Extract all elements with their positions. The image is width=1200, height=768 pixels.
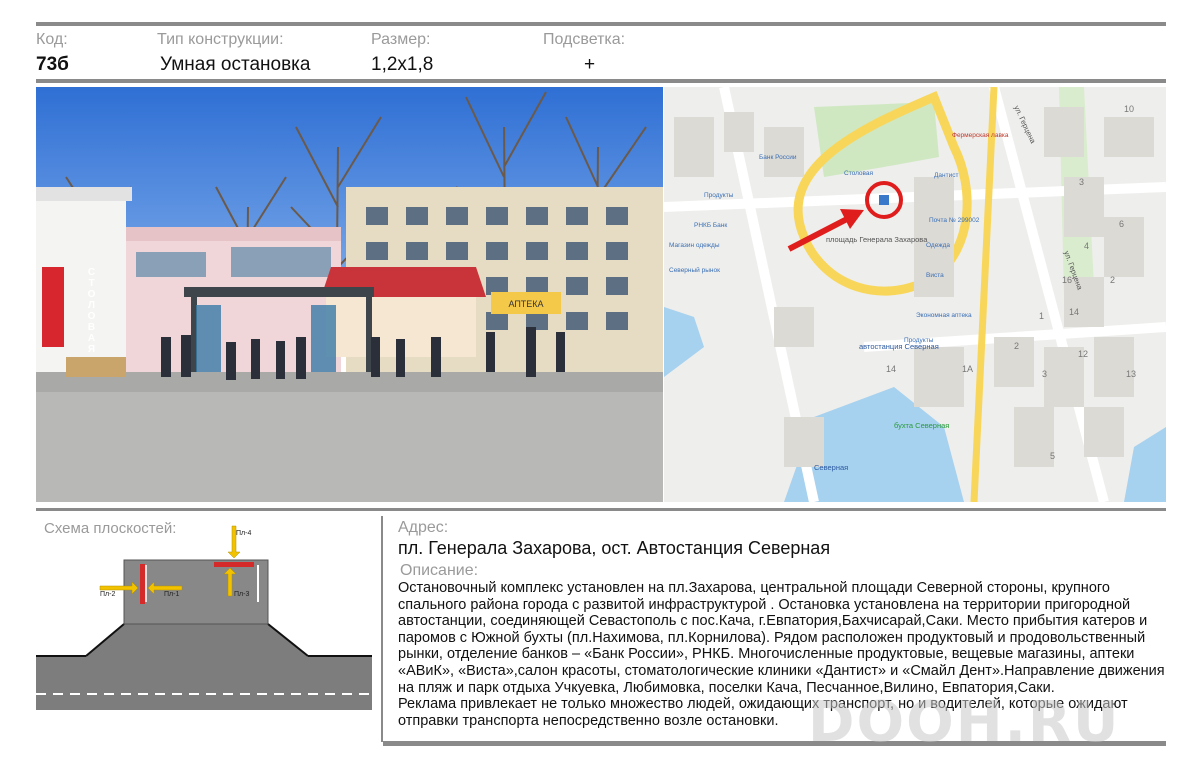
header-bottom-rule bbox=[36, 79, 1166, 83]
section-divider bbox=[381, 516, 383, 742]
house-number: 10 bbox=[1124, 104, 1134, 114]
house-number: 14 bbox=[886, 364, 896, 374]
bus-stop-icon bbox=[879, 195, 889, 205]
plane-1-label: Пл-1 bbox=[164, 591, 179, 598]
scheme-drawing: Пл-1 Пл-2 Пл-3 Пл-4 bbox=[36, 525, 372, 710]
house-number: 13 bbox=[1126, 369, 1136, 379]
map-square-label: площадь Генерала Захарова bbox=[826, 235, 928, 244]
poi-bank: Банк России bbox=[759, 154, 797, 161]
code-label: Код: bbox=[36, 31, 68, 48]
house-number: 14 bbox=[1069, 307, 1079, 317]
light-value: + bbox=[584, 54, 596, 75]
plane-4-label: Пл-4 bbox=[236, 530, 251, 537]
address-label: Адрес: bbox=[398, 519, 449, 536]
map-bay-label: бухта Северная bbox=[894, 421, 949, 430]
map-pier-label: Северная bbox=[814, 463, 848, 472]
map-illustration: 10 3 6 4 16 2 1 14 12 1А 13 5 2 3 14 Бан… bbox=[664, 87, 1166, 502]
house-number: 3 bbox=[1042, 369, 1047, 379]
light-label: Подсветка: bbox=[543, 31, 626, 48]
poi-rnkb: РНКБ Банк bbox=[694, 222, 727, 229]
poi-fermer: Фермерская лавка bbox=[952, 132, 1009, 139]
plane-3-label: Пл-3 bbox=[234, 591, 249, 598]
description-paragraph-1: Остановочный комплекс установлен на пл.З… bbox=[398, 580, 1165, 696]
house-number: 12 bbox=[1078, 349, 1088, 359]
type-label: Тип конструкции: bbox=[157, 31, 284, 48]
house-number: 5 bbox=[1050, 451, 1055, 461]
pharmacy-sign: АПТЕКА bbox=[508, 299, 543, 309]
poi-post: Почта № 299002 bbox=[929, 217, 980, 224]
plane-2-label: Пл-2 bbox=[100, 591, 115, 598]
type-value: Умная остановка bbox=[160, 54, 311, 75]
size-label: Размер: bbox=[371, 31, 431, 48]
poi-pharmacy: Экономная аптека bbox=[916, 312, 972, 319]
description-label: Описание: bbox=[400, 562, 479, 579]
poi-magazin: Магазин одежды bbox=[669, 242, 720, 249]
watermark: DOOH.RU bbox=[808, 690, 1121, 755]
top-rule bbox=[36, 22, 1166, 26]
poi-market: Северный рынок bbox=[669, 266, 720, 274]
house-number: 2 bbox=[1014, 341, 1019, 351]
poi-canteen: Столовая bbox=[844, 170, 874, 177]
address-value: пл. Генерала Захарова, ост. Автостанция … bbox=[398, 538, 831, 558]
poi-clothes: Одежда bbox=[926, 242, 950, 249]
house-number: 4 bbox=[1084, 241, 1089, 251]
house-number: 1 bbox=[1039, 311, 1044, 321]
photo-illustration: СТОЛОВАЯ АПТЕКА bbox=[36, 87, 663, 502]
middle-rule bbox=[36, 508, 1166, 511]
poi-dentist: Дантист bbox=[934, 172, 958, 179]
house-number: 3 bbox=[1079, 177, 1084, 187]
map-bus-station-label: автостанция Северная bbox=[859, 342, 939, 351]
bus-stop-photo: СТОЛОВАЯ АПТЕКА bbox=[36, 87, 663, 502]
house-number: 16 bbox=[1062, 275, 1072, 285]
poi-products: Продукты bbox=[704, 192, 734, 199]
house-number: 2 bbox=[1110, 275, 1115, 285]
poi-vista: Виста bbox=[926, 272, 944, 279]
house-number: 1А bbox=[962, 364, 973, 374]
house-number: 6 bbox=[1119, 219, 1124, 229]
size-value: 1,2х1,8 bbox=[371, 54, 434, 75]
location-map: 10 3 6 4 16 2 1 14 12 1А 13 5 2 3 14 Бан… bbox=[664, 87, 1166, 502]
code-value: 73б bbox=[36, 54, 69, 75]
planes-scheme: Схема плоскостей: Пл-1 Пл-2 Пл-3 Пл-4 bbox=[36, 516, 372, 742]
